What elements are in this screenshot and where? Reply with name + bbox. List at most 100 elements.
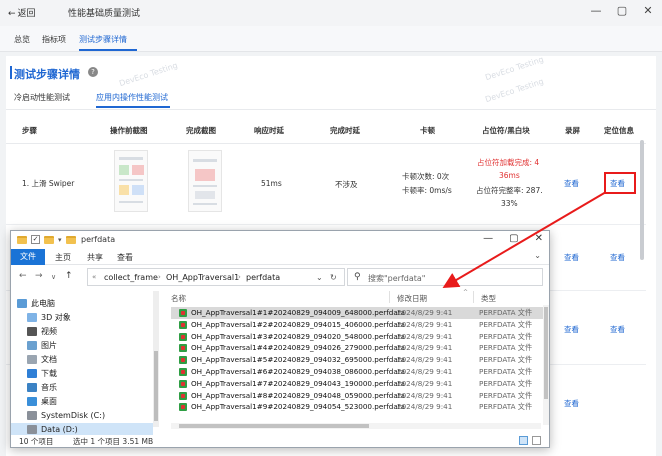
- col-type[interactable]: 类型: [481, 293, 496, 304]
- nav-music[interactable]: 音乐: [27, 381, 57, 393]
- locate-view-link[interactable]: 查看: [610, 324, 625, 335]
- file-date: 2024/8/29 9:41: [397, 367, 453, 376]
- col-header-record: 录屏: [565, 126, 580, 135]
- nav-pictures[interactable]: 图片: [27, 339, 57, 351]
- minimize-icon[interactable]: —: [483, 233, 493, 244]
- col-header-after-screenshot: 完成截图: [186, 126, 216, 135]
- record-view-link[interactable]: 查看: [564, 398, 579, 409]
- nav-videos[interactable]: 视频: [27, 325, 57, 337]
- refresh-icon[interactable]: ↻: [330, 273, 337, 282]
- help-icon[interactable]: ?: [88, 67, 98, 77]
- row-placeholder-load-cont: 36ms: [499, 171, 520, 180]
- row-response-latency: 51ms: [261, 179, 282, 188]
- after-screenshot-thumbnail[interactable]: [188, 150, 222, 212]
- nav-documents[interactable]: 文档: [27, 353, 57, 365]
- scroll-thumb[interactable]: [154, 351, 158, 421]
- subtab-cold-start[interactable]: 冷启动性能测试: [14, 92, 70, 103]
- ribbon-view-tab[interactable]: 查看: [117, 252, 133, 263]
- file-row[interactable]: OH_AppTraversal1#9#20240829_094054_52300…: [171, 401, 543, 413]
- col-date[interactable]: 修改日期: [397, 293, 427, 304]
- ribbon-home-tab[interactable]: 主页: [55, 252, 71, 263]
- col-name[interactable]: 名称: [171, 293, 186, 304]
- column-divider[interactable]: [473, 291, 474, 303]
- new-folder-icon[interactable]: [44, 235, 54, 244]
- quick-access-toolbar: ✓ ▾: [17, 235, 76, 244]
- file-row[interactable]: OH_AppTraversal1#7#20240829_094043_19000…: [171, 378, 543, 390]
- navigation-pane: 此电脑 3D 对象 视频 图片 文档 下载 音乐 桌面 SystemDisk (…: [11, 289, 161, 435]
- minimize-icon[interactable]: —: [590, 4, 602, 17]
- computer-icon: [17, 298, 27, 308]
- file-row[interactable]: OH_AppTraversal1#1#20240829_094009_64800…: [171, 307, 543, 319]
- search-input[interactable]: ⚲ 搜索"perfdata": [347, 268, 543, 286]
- breadcrumb-collect-frame[interactable]: collect_frame: [104, 273, 158, 282]
- record-view-link[interactable]: 查看: [564, 252, 579, 263]
- nav-3d-objects[interactable]: 3D 对象: [27, 311, 71, 323]
- file-explorer-window: ✓ ▾ perfdata — ▢ ✕ 文件 主页 共享 查看 ⌄ ← → ∨ ↑…: [10, 230, 550, 448]
- before-screenshot-thumbnail[interactable]: [114, 150, 148, 212]
- file-name: OH_AppTraversal1#6#20240829_094038_08600…: [191, 367, 405, 376]
- table-scrollbar[interactable]: [640, 140, 644, 260]
- properties-icon[interactable]: ✓: [31, 235, 40, 244]
- address-bar[interactable]: « collect_frame › OH_AppTraversal1 › per…: [87, 268, 345, 286]
- file-list-vscrollbar[interactable]: [543, 305, 549, 425]
- breadcrumb-perfdata[interactable]: perfdata: [246, 273, 280, 282]
- file-row[interactable]: OH_AppTraversal1#5#20240829_094032_69500…: [171, 354, 543, 366]
- breadcrumb-app-traversal[interactable]: OH_AppTraversal1: [166, 273, 239, 282]
- maximize-icon[interactable]: ▢: [509, 233, 518, 244]
- ribbon-share-tab[interactable]: 共享: [87, 252, 103, 263]
- maximize-icon[interactable]: ▢: [616, 4, 628, 17]
- col-header-response-latency: 响应时延: [254, 126, 284, 135]
- chevron-down-icon[interactable]: ⌄: [534, 251, 541, 260]
- scroll-thumb[interactable]: [179, 424, 369, 428]
- file-list-hscrollbar[interactable]: [171, 423, 541, 429]
- row-step: 1. 上滑 Swiper: [22, 179, 75, 188]
- file-name: OH_AppTraversal1#8#20240829_094048_05900…: [191, 390, 405, 400]
- tab-metrics[interactable]: 指标项: [42, 34, 66, 45]
- customize-dropdown-icon[interactable]: ▾: [58, 236, 62, 244]
- perfdata-file-icon: [179, 332, 187, 341]
- row-jank-count: 卡顿次数: 0次: [402, 172, 450, 181]
- perfdata-file-icon: [179, 356, 187, 365]
- nav-system-disk[interactable]: SystemDisk (C:): [27, 409, 105, 421]
- file-type: PERFDATA 文件: [479, 378, 533, 388]
- section-accent-bar: [10, 66, 12, 79]
- tab-overview[interactable]: 总览: [14, 34, 30, 45]
- column-divider[interactable]: [389, 291, 390, 303]
- file-type: PERFDATA 文件: [479, 390, 533, 400]
- nav-pane-scrollbar[interactable]: [153, 291, 159, 427]
- nav-downloads[interactable]: 下载: [27, 367, 57, 379]
- tab-test-step-details[interactable]: 测试步骤详情: [79, 34, 127, 45]
- file-name: OH_AppTraversal1#3#20240829_094020_54800…: [191, 331, 405, 341]
- file-row[interactable]: OH_AppTraversal1#8#20240829_094048_05900…: [171, 390, 543, 402]
- file-row[interactable]: OH_AppTraversal1#4#20240829_094026_27900…: [171, 342, 543, 354]
- back-arrow-icon[interactable]: ←: [19, 271, 27, 281]
- file-row[interactable]: OH_AppTraversal1#3#20240829_094020_54800…: [171, 331, 543, 343]
- locate-highlight-box: [604, 172, 636, 194]
- address-dropdown-icon[interactable]: ⌄: [316, 273, 323, 282]
- nav-this-pc[interactable]: 此电脑: [17, 297, 55, 309]
- ribbon-file-tab[interactable]: 文件: [11, 249, 45, 265]
- locate-view-link[interactable]: 查看: [610, 252, 625, 263]
- forward-arrow-icon[interactable]: →: [35, 271, 43, 281]
- path-overflow-icon[interactable]: «: [92, 273, 96, 281]
- file-type: PERFDATA 文件: [479, 343, 533, 353]
- details-view-icon[interactable]: [519, 436, 528, 445]
- close-icon[interactable]: ✕: [535, 233, 543, 244]
- record-view-link[interactable]: 查看: [564, 324, 579, 335]
- record-view-link[interactable]: 查看: [564, 178, 579, 189]
- file-row[interactable]: OH_AppTraversal1#6#20240829_094038_08600…: [171, 366, 543, 378]
- back-button[interactable]: ← 返回: [8, 6, 36, 19]
- nav-desktop[interactable]: 桌面: [27, 395, 57, 407]
- close-icon[interactable]: ✕: [642, 4, 654, 17]
- perfdata-file-icon: [179, 391, 187, 400]
- row-placeholder-rate-cont: 33%: [501, 199, 518, 208]
- file-row[interactable]: OH_AppTraversal1#2#20240829_094015_40600…: [171, 319, 543, 331]
- up-arrow-icon[interactable]: ↑: [65, 271, 73, 281]
- recent-dropdown-icon[interactable]: ∨: [51, 273, 56, 281]
- file-date: 2024/8/29 9:41: [397, 378, 453, 388]
- subtab-in-app-operation[interactable]: 应用内操作性能测试: [96, 92, 168, 103]
- scroll-thumb[interactable]: [544, 307, 548, 399]
- nav-data-disk[interactable]: Data (D:): [11, 423, 153, 435]
- large-icons-view-icon[interactable]: [532, 436, 541, 445]
- desktop-icon: [27, 396, 37, 406]
